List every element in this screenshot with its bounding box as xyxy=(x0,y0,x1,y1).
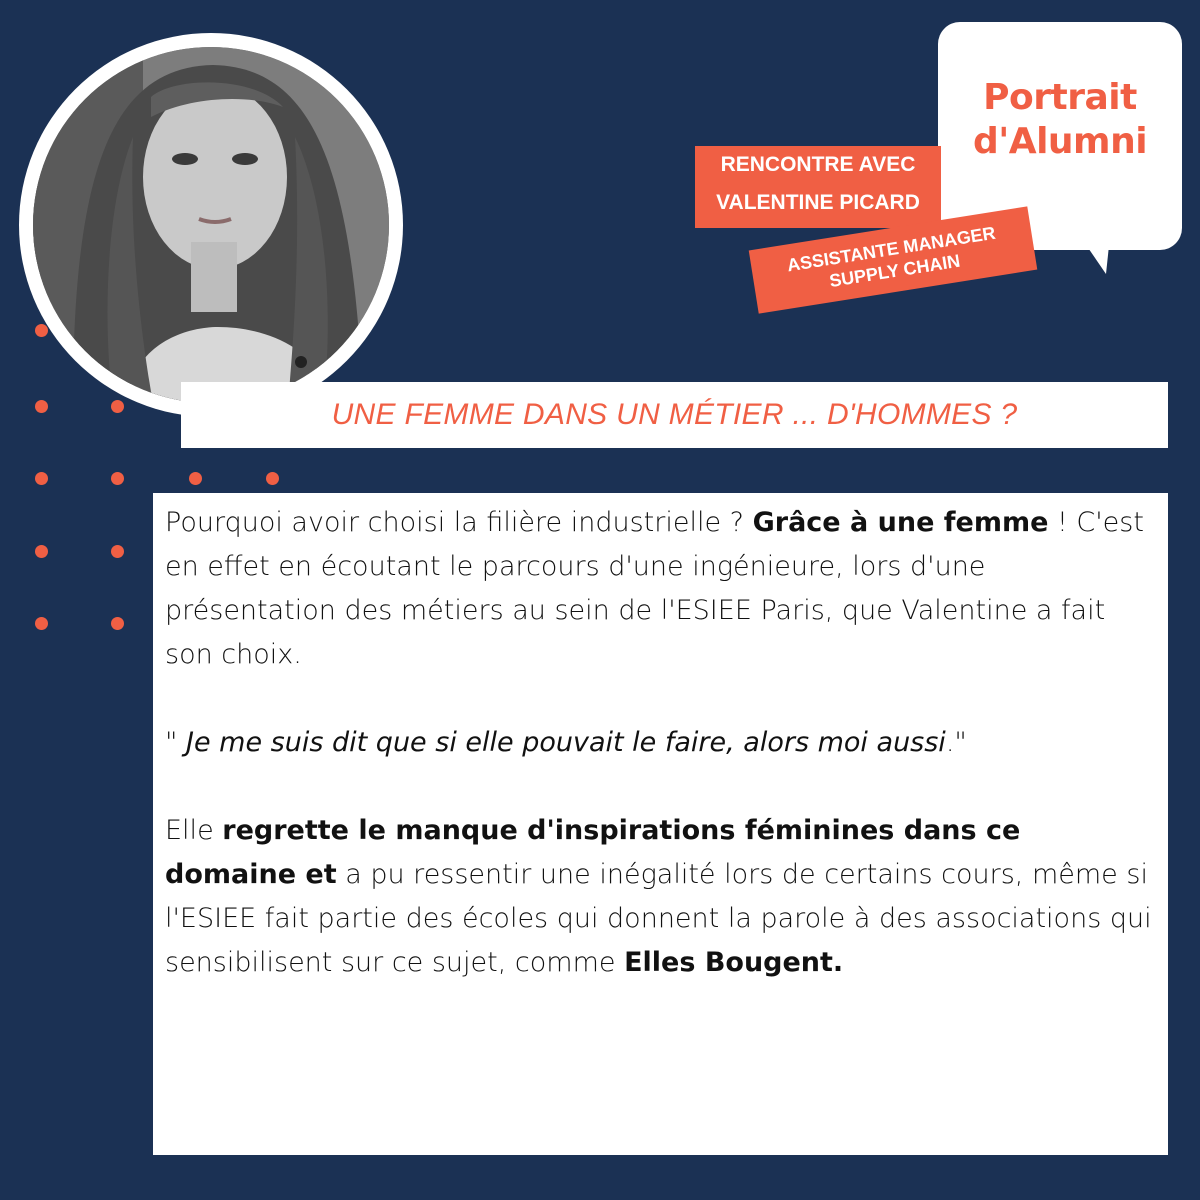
intro-text: Pourquoi avoir choisi la filière industr… xyxy=(165,507,753,538)
quote-text: Je me suis dit que si elle pouvait le fa… xyxy=(186,727,946,758)
paragraph-conclusion: Elle regrette le manque d'inspirations f… xyxy=(165,809,1156,985)
quote-open: " xyxy=(165,727,187,758)
article-body: Pourquoi avoir choisi la filière industr… xyxy=(153,493,1168,1155)
dot xyxy=(266,472,279,485)
meeting-tag-line-2: VALENTINE PICARD xyxy=(716,191,920,214)
dot xyxy=(35,400,48,413)
dot xyxy=(35,545,48,558)
headline-banner: UNE FEMME DANS UN MÉTIER ... D'HOMMES ? xyxy=(181,382,1168,448)
portrait-alumni-title: Portrait d'Alumni xyxy=(938,76,1182,164)
dot xyxy=(111,545,124,558)
association-name: Elles Bougent. xyxy=(624,947,844,978)
dot xyxy=(35,324,48,337)
meeting-tag: RENCONTRE AVEC VALENTINE PICARD xyxy=(695,146,941,228)
dot xyxy=(111,617,124,630)
dot xyxy=(189,472,202,485)
dot xyxy=(35,617,48,630)
meeting-tag-line-1: RENCONTRE AVEC xyxy=(720,153,916,176)
intro-emphasis: Grâce à une femme xyxy=(752,507,1049,538)
headline-text: UNE FEMME DANS UN MÉTIER ... D'HOMMES ? xyxy=(331,398,1018,431)
dot xyxy=(111,472,124,485)
paragraph-intro: Pourquoi avoir choisi la filière industr… xyxy=(165,501,1156,677)
quote-close: ." xyxy=(945,727,967,758)
dot xyxy=(111,400,124,413)
portrait-illustration xyxy=(33,47,389,403)
speech-bubble-tail-icon xyxy=(1080,236,1110,274)
paragraph-quote: " Je me suis dit que si elle pouvait le … xyxy=(165,721,1156,765)
bubble-line-2: d'Alumni xyxy=(972,121,1148,162)
conclusion-start: Elle xyxy=(165,815,223,846)
dot xyxy=(35,472,48,485)
bubble-line-1: Portrait xyxy=(983,77,1137,118)
portrait-photo xyxy=(33,47,389,403)
